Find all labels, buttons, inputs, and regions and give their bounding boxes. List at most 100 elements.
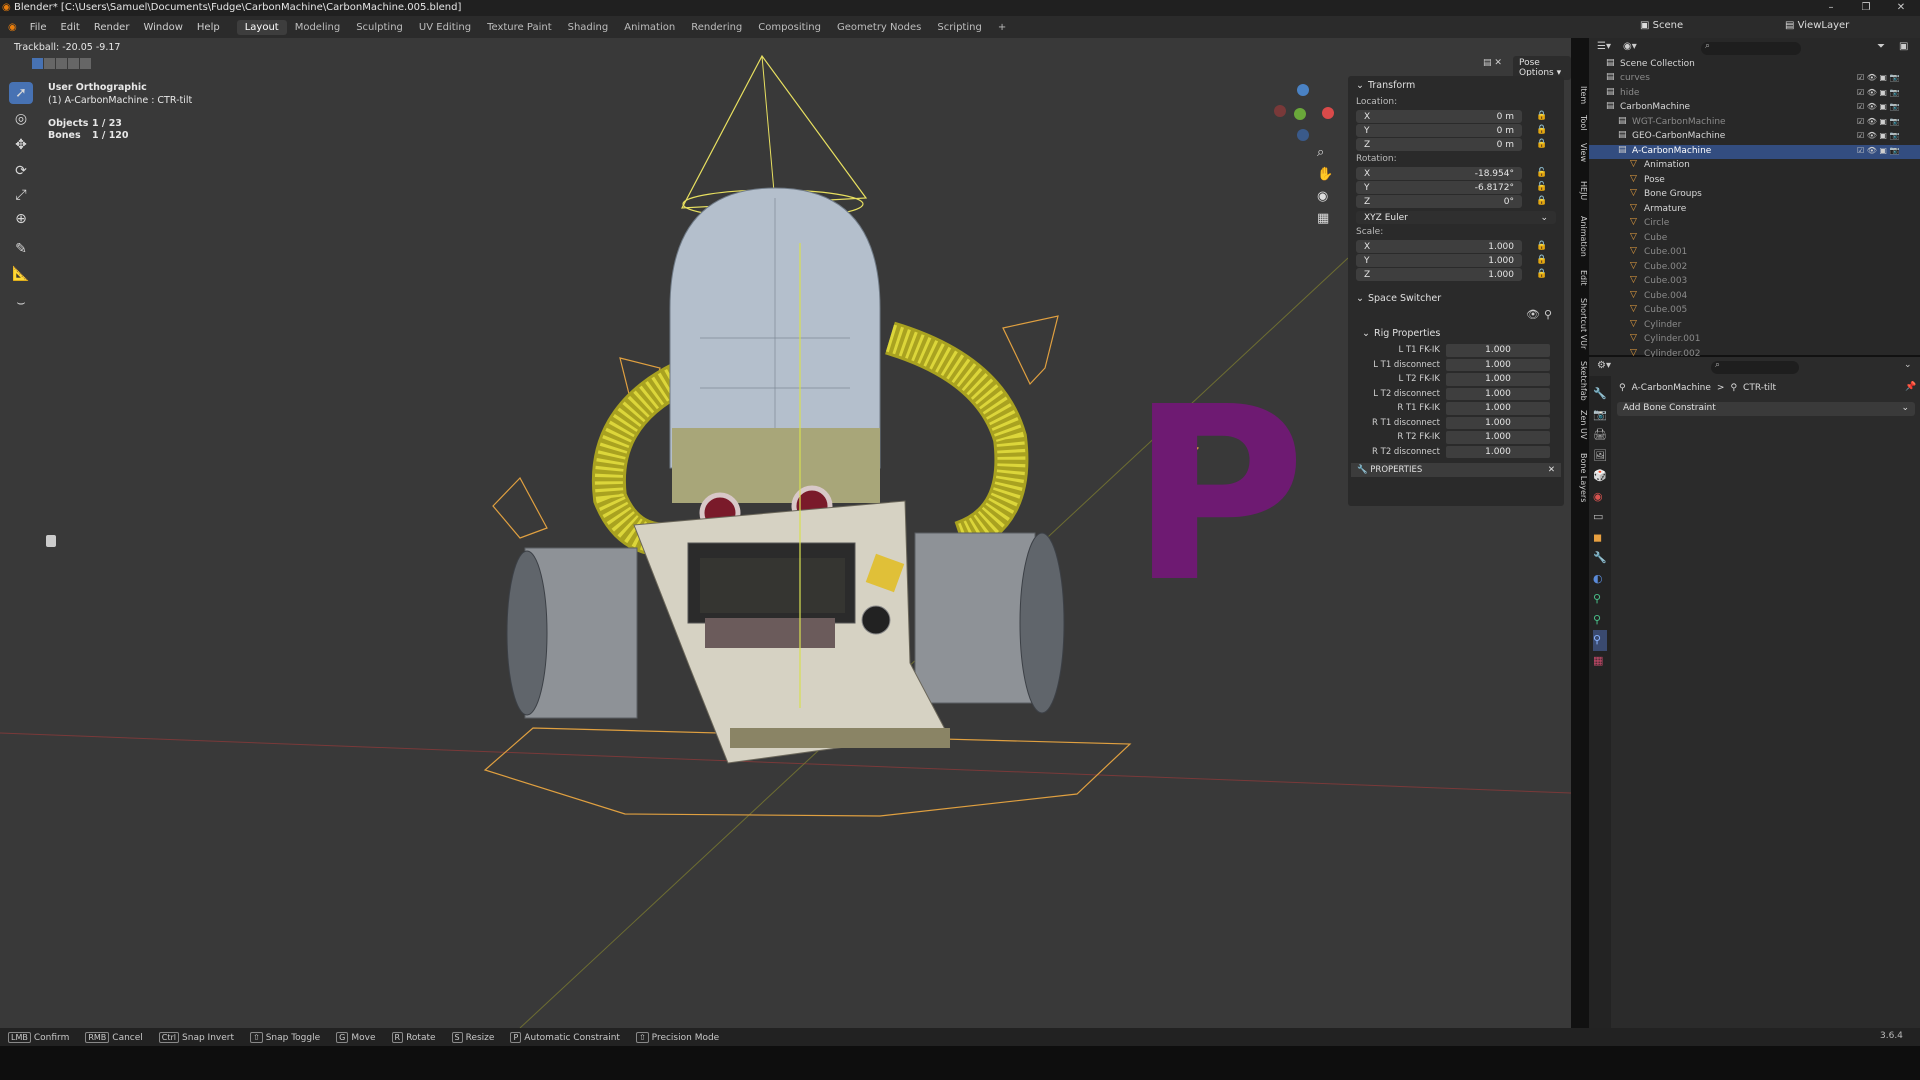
outliner-row[interactable]: ▽ Bone Groups	[1589, 188, 1920, 202]
outliner-row[interactable]: ▽ Cube.001	[1589, 246, 1920, 260]
outliner-row-scene-collection[interactable]: ▤ Scene Collection	[1589, 58, 1920, 72]
properties-editor-icon[interactable]: ⚙▾	[1597, 360, 1611, 371]
visibility-toggles-icon[interactable]: ☑ 👁 ▣ 📷	[1857, 102, 1899, 111]
lock-icon[interactable]: 🔒	[1536, 241, 1547, 251]
tab-sketchfab[interactable]: Sketchfab	[1574, 360, 1588, 402]
select-invert-icon[interactable]	[68, 58, 79, 69]
minimize-button[interactable]: –	[1820, 0, 1842, 16]
scale-x-field[interactable]: X 1.000	[1356, 240, 1522, 253]
rig-property-row[interactable]: L T1 disconnect 1.000	[1356, 358, 1564, 373]
view-layer-selector[interactable]: ▤ ViewLayer	[1785, 20, 1849, 31]
scale-tool[interactable]: ⤢	[9, 184, 33, 206]
bone-switch-icon[interactable]: ⚲	[1544, 308, 1552, 321]
close-icon[interactable]: ✕	[1548, 465, 1555, 475]
scale-y-field[interactable]: Y 1.000	[1356, 254, 1522, 267]
rotate-tool[interactable]: ⟳	[9, 160, 33, 182]
outliner-row[interactable]: ▽ Pose	[1589, 174, 1920, 188]
tab-texture-paint[interactable]: Texture Paint	[479, 20, 560, 35]
collection-tab-icon[interactable]: ▭	[1593, 507, 1607, 528]
properties-bar[interactable]: 🔧 PROPERTIES ✕	[1351, 463, 1561, 477]
display-mode-icon[interactable]: ◉▾	[1623, 41, 1637, 52]
tab-sculpting[interactable]: Sculpting	[348, 20, 411, 35]
new-collection-icon[interactable]: ▣	[1899, 41, 1908, 52]
tab-shading[interactable]: Shading	[560, 20, 617, 35]
output-tab-icon[interactable]: 🖨	[1593, 425, 1607, 446]
scale-z-field[interactable]: Z 1.000	[1356, 268, 1522, 281]
properties-search-input[interactable]: ⌕	[1711, 360, 1799, 374]
select-box-tool[interactable]: ➚	[9, 82, 33, 104]
visibility-toggles-icon[interactable]: ☑ 👁 ▣ 📷	[1857, 73, 1899, 82]
outliner-row[interactable]: ▤ hide ☑ 👁 ▣ 📷	[1589, 87, 1920, 101]
physics-tab-icon[interactable]: ◐	[1593, 569, 1607, 590]
menu-window[interactable]: Window	[136, 22, 189, 33]
select-new-icon[interactable]	[32, 58, 43, 69]
select-extend-icon[interactable]	[44, 58, 55, 69]
lock-icon[interactable]: 🔒	[1536, 139, 1547, 149]
unlock-icon[interactable]: 🔓	[1536, 168, 1547, 178]
location-y-field[interactable]: Y0 m	[1356, 124, 1522, 137]
rig-property-row[interactable]: R T2 FK-IK 1.000	[1356, 430, 1564, 445]
visibility-toggles-icon[interactable]: ☑ 👁 ▣ 📷	[1857, 117, 1899, 126]
object-tab-icon[interactable]: ◼	[1593, 528, 1607, 549]
tab-tool[interactable]: Tool	[1574, 112, 1588, 134]
select-intersect-icon[interactable]	[80, 58, 91, 69]
bone-constraint-tab-icon[interactable]: ⚲	[1593, 630, 1607, 651]
pan-hand-icon[interactable]: ✋	[1317, 167, 1333, 182]
visibility-toggles-icon[interactable]: ☑ 👁 ▣ 📷	[1857, 131, 1899, 140]
lock-icon[interactable]: 🔒	[1536, 255, 1547, 265]
location-z-field[interactable]: Z0 m	[1356, 138, 1522, 151]
tab-compositing[interactable]: Compositing	[750, 20, 829, 35]
tab-geometry-nodes[interactable]: Geometry Nodes	[829, 20, 929, 35]
object-data-tab-icon[interactable]: ⚲	[1593, 589, 1607, 610]
lock-icon[interactable]: 🔒	[1536, 111, 1547, 121]
outliner-row[interactable]: ▽ Animation	[1589, 159, 1920, 173]
add-bone-constraint-dropdown[interactable]: Add Bone Constraint ⌄	[1617, 402, 1915, 416]
lock-icon[interactable]: 🔒	[1536, 125, 1547, 135]
outliner-search-input[interactable]: ⌕	[1701, 41, 1801, 55]
tab-animation[interactable]: Animation	[616, 20, 683, 35]
outliner-row[interactable]: ▽ Cube.004	[1589, 290, 1920, 304]
outliner-row[interactable]: ▤ curves ☑ 👁 ▣ 📷	[1589, 72, 1920, 86]
scene-tab-icon[interactable]: 🎲	[1593, 466, 1607, 487]
tab-shortcut[interactable]: Shortcut VUr	[1574, 294, 1588, 354]
tab-heju[interactable]: HEJU	[1574, 176, 1588, 206]
blender-menu-icon[interactable]: ◉	[0, 22, 23, 33]
scene-selector[interactable]: ▣ Scene	[1640, 20, 1683, 31]
render-tab-icon[interactable]: 📷	[1593, 405, 1607, 426]
maximize-button[interactable]: ❐	[1855, 0, 1877, 16]
outliner-row[interactable]: ▽ Armature	[1589, 203, 1920, 217]
select-subtract-icon[interactable]	[56, 58, 67, 69]
outliner-row[interactable]: ▽ Cube.002	[1589, 261, 1920, 275]
lock-icon[interactable]: 🔒	[1536, 196, 1547, 206]
filter-icon[interactable]: ⏷	[1877, 41, 1885, 52]
rig-property-row[interactable]: R T1 disconnect 1.000	[1356, 416, 1564, 431]
tab-zen-uv[interactable]: Zen UV	[1574, 408, 1588, 442]
move-tool[interactable]: ✥	[9, 134, 33, 156]
add-workspace-button[interactable]: +	[990, 20, 1014, 35]
outliner-row[interactable]: ▽ Cylinder.001	[1589, 333, 1920, 347]
outliner-row[interactable]: ▤ GEO-CarbonMachine ☑ 👁 ▣ 📷	[1589, 130, 1920, 144]
rotation-mode-dropdown[interactable]: XYZ Euler ⌄	[1356, 211, 1556, 224]
tab-rendering[interactable]: Rendering	[683, 20, 750, 35]
outliner-row[interactable]: ▽ Cube	[1589, 232, 1920, 246]
outliner-row[interactable]: ▤ A-CarbonMachine ☑ 👁 ▣ 📷	[1589, 144, 1920, 159]
modifier-tab-icon[interactable]: 🔧	[1593, 548, 1607, 569]
tab-edit[interactable]: Edit	[1574, 268, 1588, 288]
lock-icon[interactable]: 🔒	[1536, 269, 1547, 279]
bone-tool[interactable]: ⌣	[9, 292, 33, 314]
3d-viewport[interactable]: P Trackball: -20.05 -9.17 User Orthograp…	[0, 38, 1571, 1028]
grid-view-icon[interactable]: ▦	[1317, 211, 1329, 226]
measure-tool[interactable]: 📐	[9, 263, 33, 285]
visibility-toggles-icon[interactable]: ☑ 👁 ▣ 📷	[1857, 88, 1899, 97]
rotation-y-field[interactable]: Y -6.8172°	[1356, 181, 1522, 194]
world-tab-icon[interactable]: ◉	[1593, 487, 1607, 508]
menu-help[interactable]: Help	[190, 22, 227, 33]
tab-layout[interactable]: Layout	[236, 19, 287, 35]
close-button[interactable]: ✕	[1890, 0, 1912, 16]
outliner-row[interactable]: ▽ Circle	[1589, 217, 1920, 231]
rotation-x-field[interactable]: X -18.954°	[1356, 167, 1522, 180]
outliner-editor-icon[interactable]: ☰▾	[1597, 41, 1611, 52]
rig-property-row[interactable]: L T1 FK-IK 1.000	[1356, 343, 1564, 358]
space-switcher-header[interactable]: ⌄ Space Switcher	[1348, 289, 1564, 308]
outliner-row[interactable]: ▤ CarbonMachine ☑ 👁 ▣ 📷	[1589, 101, 1920, 115]
